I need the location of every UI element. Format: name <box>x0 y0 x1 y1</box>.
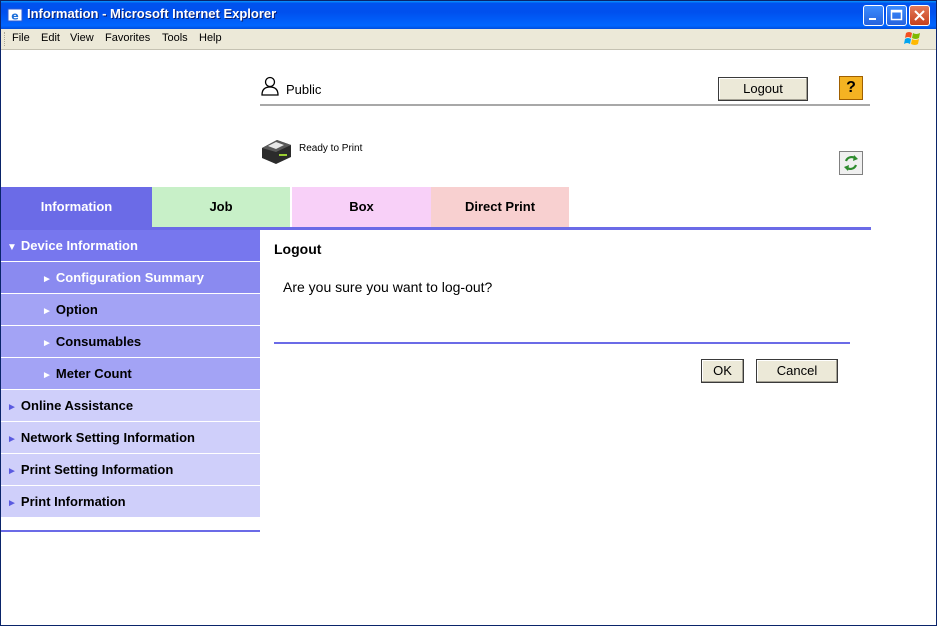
printer-icon <box>262 140 291 164</box>
sidebar-divider <box>1 530 260 532</box>
user-name: Public <box>286 82 322 97</box>
sidebar-item-online-assistance[interactable]: ► Online Assistance <box>1 390 260 422</box>
ie-icon: e <box>7 8 23 23</box>
arrow-right-icon: ► <box>42 274 52 285</box>
user-icon <box>261 76 279 96</box>
sidebar-item-label: Device Information <box>20 238 138 253</box>
cancel-button[interactable]: Cancel <box>756 359 838 383</box>
page-title: Logout <box>274 241 322 257</box>
refresh-button[interactable] <box>839 151 863 175</box>
tab-box[interactable]: Box <box>292 187 431 227</box>
toolbar-grip[interactable] <box>4 32 7 46</box>
tab-job[interactable]: Job <box>152 187 290 227</box>
arrow-right-icon: ► <box>7 498 17 509</box>
page-content: Public Logout ? Ready to Print Informati… <box>1 50 936 625</box>
tab-direct-print[interactable]: Direct Print <box>431 187 569 227</box>
arrow-right-icon: ► <box>7 434 17 445</box>
windows-logo-icon <box>904 32 920 45</box>
title-bar[interactable]: e Information - Microsoft Internet Explo… <box>1 1 936 29</box>
sidebar-item-option[interactable]: ► Option <box>1 294 260 326</box>
sidebar-item-label: Online Assistance <box>20 398 134 413</box>
user-row: Public Logout ? <box>260 74 870 106</box>
arrow-right-icon: ► <box>42 370 52 381</box>
sidebar-item-network-setting-information[interactable]: ► Network Setting Information <box>1 422 260 454</box>
menu-help[interactable]: Help <box>199 32 222 44</box>
maximize-button[interactable] <box>886 5 907 26</box>
menu-bar: File Edit View Favorites Tools Help <box>1 29 936 50</box>
sidebar: ▼ Device Information ► Configuration Summa… <box>1 230 260 532</box>
logout-button[interactable]: Logout <box>718 77 808 101</box>
arrow-right-icon: ► <box>42 306 52 317</box>
tab-bar: Information Job Box Direct Print <box>1 187 871 230</box>
arrow-right-icon: ► <box>7 466 17 477</box>
content-divider <box>274 342 850 344</box>
menu-file[interactable]: File <box>12 32 30 44</box>
close-icon <box>914 10 925 21</box>
sidebar-item-label: Configuration Summary <box>55 270 204 285</box>
arrow-right-icon: ► <box>7 402 17 413</box>
sidebar-item-consumables[interactable]: ► Consumables <box>1 326 260 358</box>
sidebar-item-label: Print Setting Information <box>20 462 174 477</box>
menu-view[interactable]: View <box>70 32 94 44</box>
sidebar-item-label: Print Information <box>20 494 126 509</box>
status-text: Ready to Print <box>299 143 363 154</box>
confirm-message: Are you sure you want to log-out? <box>283 279 493 295</box>
sidebar-item-configuration-summary[interactable]: ► Configuration Summary <box>1 262 260 294</box>
sidebar-item-device-information[interactable]: ▼ Device Information <box>1 230 260 262</box>
svg-text:e: e <box>11 10 18 23</box>
sidebar-item-label: Network Setting Information <box>20 430 195 445</box>
arrow-down-icon: ▼ <box>7 242 17 253</box>
close-button[interactable] <box>909 5 930 26</box>
help-icon[interactable]: ? <box>839 76 863 100</box>
ok-button[interactable]: OK <box>701 359 744 383</box>
menu-favorites[interactable]: Favorites <box>105 32 150 44</box>
sidebar-item-print-setting-information[interactable]: ► Print Setting Information <box>1 454 260 486</box>
window-title: Information - Microsoft Internet Explore… <box>27 6 277 21</box>
sidebar-item-label: Meter Count <box>55 366 132 381</box>
minimize-icon <box>869 18 876 20</box>
menu-tools[interactable]: Tools <box>162 32 188 44</box>
sidebar-item-print-information[interactable]: ► Print Information <box>1 486 260 518</box>
sidebar-item-meter-count[interactable]: ► Meter Count <box>1 358 260 390</box>
tab-information[interactable]: Information <box>1 187 152 227</box>
browser-window: e Information - Microsoft Internet Explo… <box>0 0 937 626</box>
sidebar-item-label: Consumables <box>55 334 142 349</box>
arrow-right-icon: ► <box>42 338 52 349</box>
refresh-icon <box>844 155 858 171</box>
minimize-button[interactable] <box>863 5 884 26</box>
maximize-icon <box>890 9 903 21</box>
sidebar-item-label: Option <box>55 302 98 317</box>
menu-edit[interactable]: Edit <box>41 32 60 44</box>
